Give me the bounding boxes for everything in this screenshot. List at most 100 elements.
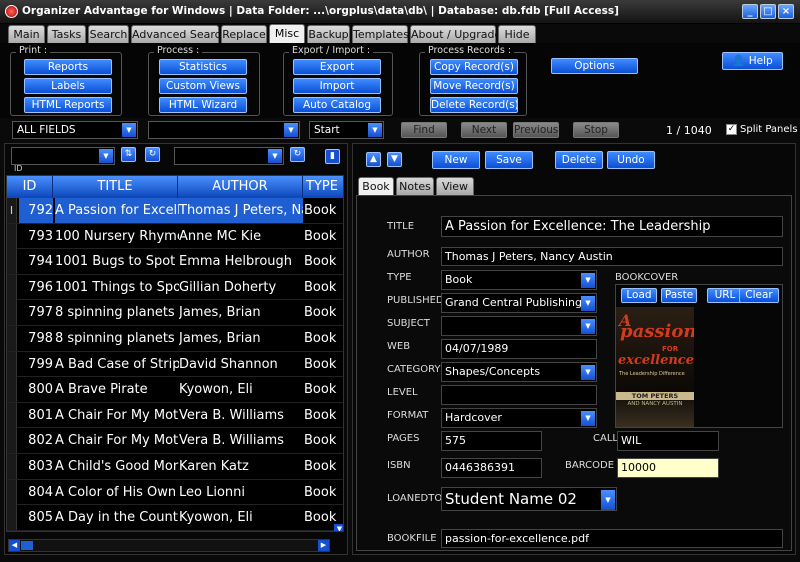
row-cursor-icon[interactable]: I: [7, 198, 17, 223]
table-row[interactable]: 797 8 spinning planets James, Brian Book: [7, 300, 343, 326]
tab-misc[interactable]: Misc: [269, 24, 305, 44]
maximize-button[interactable]: □: [760, 4, 776, 19]
table-row[interactable]: 793 100 Nursery Rhymes Anne MC Kie Book: [7, 223, 343, 250]
move-down-icon[interactable]: ▼: [387, 152, 402, 167]
close-button[interactable]: ×: [778, 4, 794, 19]
isbn-field[interactable]: 0446386391: [441, 458, 542, 478]
tab-replace[interactable]: Replace: [221, 25, 267, 43]
tab-search[interactable]: Search: [88, 25, 129, 43]
statistics-button[interactable]: Statistics: [159, 59, 247, 75]
column-header-id[interactable]: ID: [7, 176, 53, 198]
sort-field-select[interactable]: ▼: [11, 147, 115, 165]
row-marker[interactable]: [7, 505, 17, 531]
table-row[interactable]: 798 8 spinning planets James, Brian Book: [7, 326, 343, 352]
cover-clear-button[interactable]: Clear: [739, 288, 779, 303]
auto-catalog-button[interactable]: Auto Catalog: [293, 97, 381, 113]
minimize-button[interactable]: _: [742, 4, 758, 19]
column-header-type[interactable]: TYPE: [303, 176, 343, 198]
new-button[interactable]: New: [432, 151, 480, 169]
row-marker[interactable]: [7, 249, 17, 275]
cover-load-button[interactable]: Load: [621, 288, 657, 303]
split-panels-checkbox[interactable]: ✓: [726, 124, 737, 135]
column-header-title[interactable]: TITLE: [53, 176, 178, 198]
undo-button[interactable]: Undo: [607, 151, 655, 169]
cover-url-button[interactable]: URL: [707, 288, 743, 303]
table-row[interactable]: 794 1001 Bugs to Spot Emma Helbrough Book: [7, 249, 343, 275]
author-field[interactable]: Thomas J Peters, Nancy Austin: [441, 247, 783, 266]
cover-paste-button[interactable]: Paste: [661, 288, 697, 303]
barcode-field[interactable]: 10000: [617, 458, 719, 478]
column-header-author[interactable]: AUTHOR: [178, 176, 303, 198]
records-grid[interactable]: ID TITLE AUTHOR TYPE I 792 A Passion for E…: [6, 175, 344, 532]
refresh-icon[interactable]: ↻: [145, 147, 160, 162]
tab-view[interactable]: View: [436, 177, 474, 195]
previous-button[interactable]: Previous: [513, 122, 559, 138]
row-marker[interactable]: [7, 326, 17, 351]
table-row[interactable]: 803A Child's Good MorningKaren Katz Book: [7, 454, 343, 480]
filter-select[interactable]: ▼: [174, 147, 284, 165]
search-input[interactable]: ▼: [148, 121, 300, 139]
type-select[interactable]: Book ▼: [441, 270, 597, 290]
bookfile-field[interactable]: passion-for-excellence.pdf: [441, 529, 783, 548]
table-row[interactable]: 804 A Color of His Own Leo Lionni Book: [7, 479, 343, 506]
table-row[interactable]: 800 A Brave Pirate Kyowon, Eli Book: [7, 377, 343, 403]
table-row[interactable]: 799A Bad Case of StripesDavid Shannon Boo…: [7, 351, 343, 378]
export-button[interactable]: Export: [293, 59, 381, 75]
format-select[interactable]: Hardcover ▼: [441, 408, 597, 428]
call-field[interactable]: WIL: [617, 431, 719, 451]
help-button[interactable]: 👤 Help: [722, 52, 783, 70]
row-marker[interactable]: [7, 479, 17, 505]
row-marker[interactable]: [7, 377, 17, 403]
row-marker[interactable]: [7, 223, 17, 249]
delete-records-button[interactable]: Delete Record(s): [430, 97, 518, 113]
row-marker[interactable]: [7, 454, 17, 479]
row-marker[interactable]: [7, 300, 17, 326]
html-reports-button[interactable]: HTML Reports: [24, 97, 112, 113]
pages-field[interactable]: 575: [441, 431, 542, 451]
category-select[interactable]: Shapes/Concepts ▼: [441, 362, 597, 382]
horizontal-scrollbar[interactable]: ◀ ▶: [8, 539, 330, 552]
title-field[interactable]: A Passion for Excellence: The Leadership: [441, 216, 783, 237]
level-field[interactable]: [441, 385, 597, 405]
import-button[interactable]: Import: [293, 78, 381, 94]
table-row[interactable]: 802A Chair For My MotherVera B. Williams…: [7, 428, 343, 454]
copy-records-button[interactable]: Copy Record(s): [430, 59, 518, 75]
scroll-down-icon[interactable]: ▼: [334, 524, 343, 531]
web-field[interactable]: 04/07/1989: [441, 339, 597, 359]
row-marker[interactable]: [7, 402, 17, 428]
row-marker[interactable]: [7, 428, 17, 454]
subject-select[interactable]: ▼: [441, 316, 597, 336]
custom-views-button[interactable]: Custom Views: [159, 78, 247, 94]
stop-button[interactable]: Stop: [573, 122, 619, 138]
row-marker[interactable]: [7, 274, 17, 300]
tab-main[interactable]: Main: [8, 25, 45, 43]
save-button[interactable]: Save: [485, 151, 533, 169]
tab-book[interactable]: Book: [358, 177, 394, 195]
panel-toggle-icon[interactable]: ▮: [325, 149, 340, 164]
html-wizard-button[interactable]: HTML Wizard: [159, 97, 247, 113]
tab-backup[interactable]: Backup: [307, 25, 350, 43]
move-records-button[interactable]: Move Record(s): [430, 78, 518, 94]
next-button[interactable]: Next: [461, 122, 507, 138]
tab-templates[interactable]: Templates: [352, 25, 409, 43]
reports-button[interactable]: Reports: [24, 59, 112, 75]
tab-about-upgrade[interactable]: About / Upgrade: [410, 25, 501, 43]
search-mode-select[interactable]: Start ▼: [309, 121, 384, 139]
scroll-left-icon[interactable]: ◀: [9, 540, 20, 551]
tab-notes[interactable]: Notes: [396, 177, 434, 195]
published-select[interactable]: Grand Central Publishing ▼: [441, 293, 597, 313]
table-row[interactable]: I792A Passion for ExcellenceThomas J Pet…: [7, 198, 343, 224]
options-button[interactable]: Options: [551, 58, 638, 74]
filter-refresh-icon[interactable]: ↻: [290, 147, 305, 162]
labels-button[interactable]: Labels: [24, 78, 112, 94]
scroll-thumb[interactable]: [21, 541, 33, 550]
table-row[interactable]: 796 1001 Things to Spot Gillian Doherty Boo…: [7, 274, 343, 301]
move-up-icon[interactable]: ▲: [366, 152, 381, 167]
delete-button[interactable]: Delete: [555, 151, 603, 169]
sort-order-icon[interactable]: ⇅: [121, 147, 136, 162]
table-row[interactable]: 801A Chair For My MotherVera B. Williams…: [7, 402, 343, 429]
find-button[interactable]: Find: [401, 122, 447, 138]
tab-hide[interactable]: Hide: [498, 25, 536, 43]
tab-tasks[interactable]: Tasks: [47, 25, 86, 43]
loanedto-select[interactable]: Student Name 02 ▼: [441, 487, 617, 511]
